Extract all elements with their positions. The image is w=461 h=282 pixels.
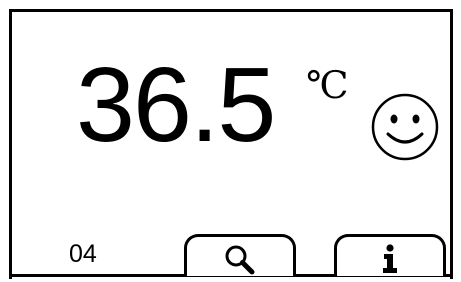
- temperature-reading: 36.5: [76, 46, 276, 164]
- info-icon: [383, 244, 397, 273]
- measurement-counter: 04: [69, 240, 97, 268]
- info-button[interactable]: [334, 234, 446, 276]
- search-icon: [225, 245, 255, 275]
- search-button[interactable]: [184, 234, 296, 276]
- temperature-unit: ℃: [306, 63, 349, 107]
- smiley-face-icon: [371, 93, 439, 161]
